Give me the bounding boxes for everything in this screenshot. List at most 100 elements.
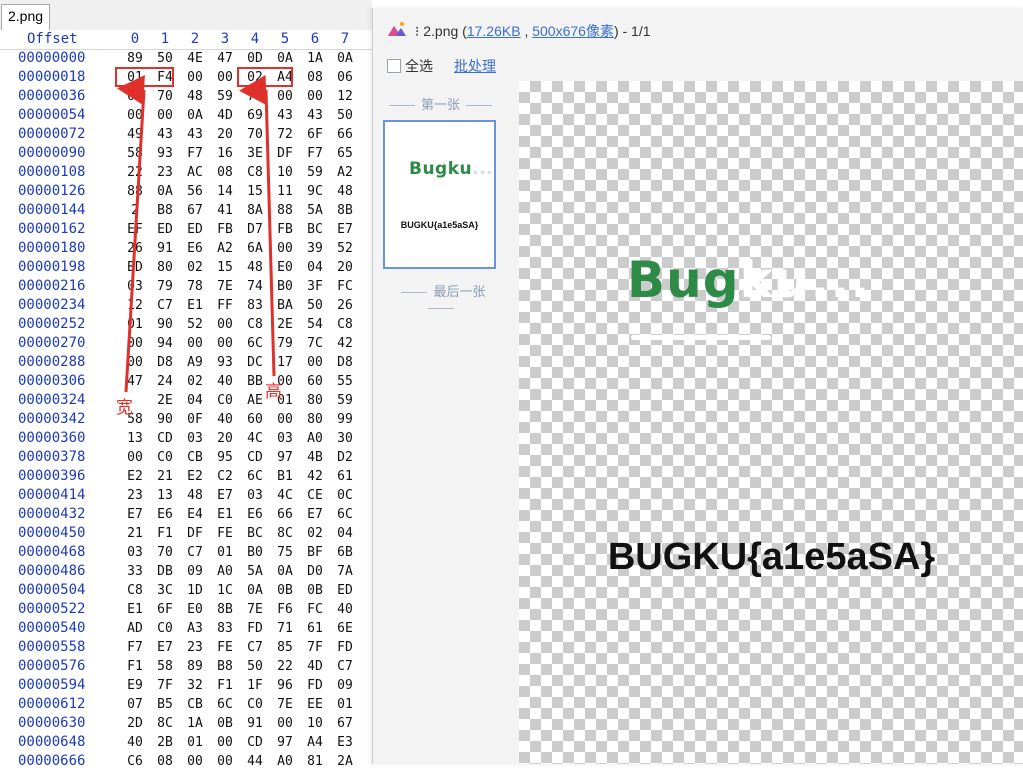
hex-byte[interactable]: 90 (154, 410, 176, 429)
hex-byte[interactable]: 50 (244, 657, 266, 676)
hex-byte[interactable]: E9 (124, 676, 146, 695)
hex-byte[interactable]: FF (214, 296, 236, 315)
hex-byte[interactable]: 2 (124, 201, 146, 220)
hex-byte[interactable]: 7E (214, 277, 236, 296)
hex-byte[interactable]: E6 (244, 505, 266, 524)
hex-byte[interactable]: 0A (184, 106, 206, 125)
hex-byte[interactable]: 0A (334, 49, 356, 68)
hex-byte[interactable]: 04 (304, 258, 326, 277)
hex-byte[interactable]: 43 (304, 106, 326, 125)
hex-byte[interactable]: 10 (304, 714, 326, 733)
hex-row[interactable]: 00000090 58 93 F7 16 3E DF F7 65 (0, 144, 372, 163)
hex-byte[interactable]: 2A (334, 752, 356, 771)
hex-row[interactable]: 00000306 47 24 02 40 BB 00 60 55 (0, 372, 372, 391)
hex-byte[interactable]: 02 (184, 258, 206, 277)
hex-byte[interactable]: 00 (274, 87, 296, 106)
hex-byte[interactable]: 26 (334, 296, 356, 315)
hex-byte[interactable]: 93 (154, 144, 176, 163)
hex-byte[interactable]: 42 (334, 334, 356, 353)
hex-row[interactable]: 00000162 EF ED ED FB D7 FB BC E7 (0, 220, 372, 239)
hex-byte[interactable]: 00 (214, 733, 236, 752)
hex-byte[interactable]: 1A (184, 714, 206, 733)
hex-byte[interactable]: 20 (334, 258, 356, 277)
hex-byte[interactable]: BC (304, 220, 326, 239)
hex-byte[interactable]: E7 (214, 486, 236, 505)
hex-byte[interactable]: 93 (214, 353, 236, 372)
hex-byte[interactable]: 89 (184, 657, 206, 676)
hex-row[interactable]: 00000324 2E 04 C0 AE 01 80 59 (0, 391, 372, 410)
hex-byte[interactable]: 03 (244, 486, 266, 505)
hex-byte[interactable]: B1 (274, 467, 296, 486)
hex-byte[interactable]: 40 (334, 600, 356, 619)
hex-byte[interactable]: 91 (154, 239, 176, 258)
hex-byte[interactable]: F1 (214, 676, 236, 695)
select-all-checkbox[interactable]: 全选 (387, 56, 433, 76)
hex-byte[interactable]: 09 (334, 676, 356, 695)
hex-byte[interactable]: BC (244, 524, 266, 543)
hex-byte[interactable]: 04 (184, 391, 206, 410)
hex-byte[interactable]: 61 (304, 619, 326, 638)
hex-byte[interactable]: 7F (154, 676, 176, 695)
hex-byte[interactable]: 20 (214, 125, 236, 144)
hex-row[interactable]: 00000378 00 C0 CB 95 CD 97 4B D2 (0, 448, 372, 467)
hex-byte[interactable]: 6C (244, 334, 266, 353)
hex-byte[interactable]: 44 (244, 752, 266, 771)
hex-byte[interactable]: FB (214, 220, 236, 239)
hex-byte[interactable]: 7F (304, 638, 326, 657)
hex-byte[interactable]: 7E (274, 695, 296, 714)
hex-byte[interactable]: 4C (274, 486, 296, 505)
hex-byte[interactable]: A9 (184, 353, 206, 372)
hex-byte[interactable]: 23 (184, 638, 206, 657)
hex-byte[interactable]: 91 (244, 714, 266, 733)
hex-byte[interactable]: 33 (124, 562, 146, 581)
hex-byte[interactable]: 65 (334, 144, 356, 163)
hex-byte[interactable]: 23 (154, 163, 176, 182)
hex-byte[interactable]: 02 (304, 524, 326, 543)
hex-byte[interactable]: C7 (154, 296, 176, 315)
hex-byte[interactable]: 12 (124, 296, 146, 315)
hex-byte[interactable]: 88 (274, 201, 296, 220)
hex-byte[interactable]: E2 (184, 467, 206, 486)
hex-byte[interactable]: CD (244, 448, 266, 467)
hex-byte[interactable]: C7 (334, 657, 356, 676)
hex-byte[interactable]: 13 (154, 486, 176, 505)
checkbox-icon[interactable] (387, 59, 401, 73)
hex-byte[interactable]: 0B (214, 714, 236, 733)
hex-byte[interactable]: F1 (124, 657, 146, 676)
hex-byte[interactable]: 39 (304, 239, 326, 258)
hex-byte[interactable]: 1C (214, 581, 236, 600)
hex-byte[interactable]: FD (304, 676, 326, 695)
hex-byte[interactable]: 08 (304, 68, 326, 87)
hex-byte[interactable]: 9C (304, 182, 326, 201)
hex-byte[interactable]: 48 (184, 87, 206, 106)
hex-byte[interactable]: 79 (274, 334, 296, 353)
hex-byte[interactable]: 40 (124, 733, 146, 752)
hex-byte[interactable]: 69 (244, 106, 266, 125)
hex-byte[interactable]: 49 (124, 125, 146, 144)
hex-byte[interactable]: 6C (244, 467, 266, 486)
hex-byte[interactable]: 01 (334, 695, 356, 714)
hex-byte[interactable]: E7 (304, 505, 326, 524)
hex-byte[interactable]: DF (184, 524, 206, 543)
hex-byte[interactable]: 00 (184, 752, 206, 771)
hex-byte[interactable]: B5 (154, 695, 176, 714)
hex-byte[interactable]: A0 (304, 429, 326, 448)
hex-byte[interactable]: E7 (124, 505, 146, 524)
hex-byte[interactable]: C0 (154, 619, 176, 638)
hex-byte[interactable]: 5A (304, 201, 326, 220)
hex-byte[interactable]: C2 (214, 467, 236, 486)
hex-byte[interactable]: 09 (184, 562, 206, 581)
hex-byte[interactable]: 00 (214, 334, 236, 353)
hex-row[interactable]: 00000666 C6 08 00 00 44 A0 81 2A (0, 752, 372, 771)
hex-byte[interactable]: 4C (244, 429, 266, 448)
hex-byte[interactable]: 0A (154, 182, 176, 201)
hex-byte[interactable]: 47 (214, 49, 236, 68)
hex-byte[interactable]: 6C (214, 695, 236, 714)
hex-byte[interactable]: 70 (154, 543, 176, 562)
hex-byte[interactable]: 4D (214, 106, 236, 125)
hex-byte[interactable]: D8 (334, 353, 356, 372)
hex-row[interactable]: 00000234 12 C7 E1 FF 83 BA 50 26 (0, 296, 372, 315)
hex-row[interactable]: 00000612 07 B5 CB 6C C0 7E EE 01 (0, 695, 372, 714)
hex-byte[interactable]: F7 (304, 144, 326, 163)
hex-byte[interactable]: 08 (154, 752, 176, 771)
